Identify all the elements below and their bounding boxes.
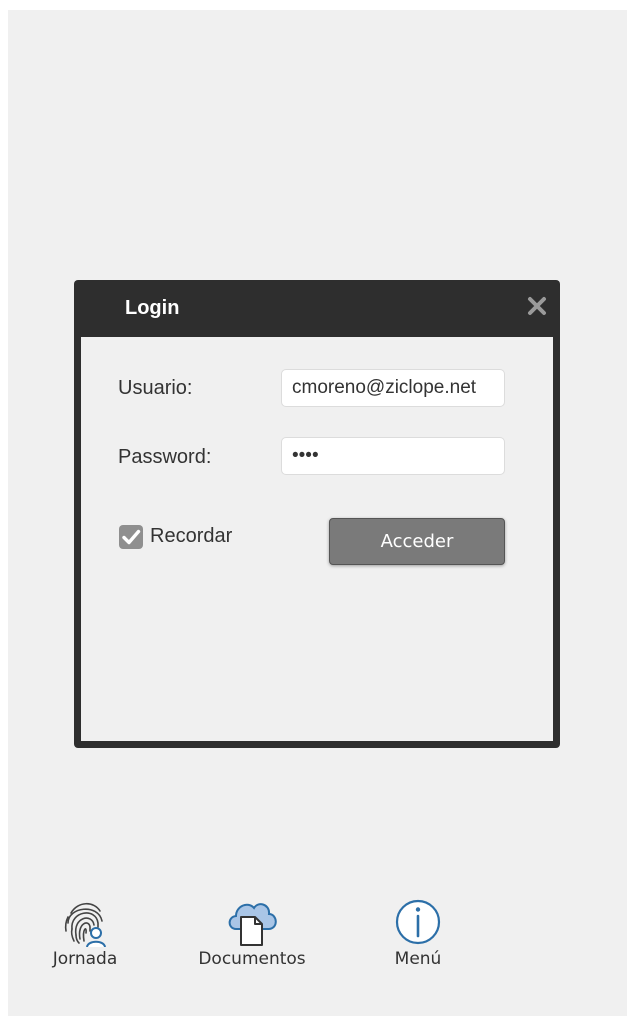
cloud-document-icon	[228, 903, 277, 946]
username-label: Usuario:	[118, 377, 193, 399]
fingerprint-user-icon	[64, 902, 106, 947]
dialog-header: Login	[74, 280, 560, 336]
remember-checkbox[interactable]	[119, 525, 143, 549]
login-dialog: Login Usuario: Password: Recordar Accede…	[74, 280, 560, 748]
nav-item-documentos[interactable]: Documentos	[196, 895, 308, 969]
password-label: Password:	[118, 446, 212, 468]
nav-label-jornada: Jornada	[52, 949, 118, 969]
info-icon	[395, 899, 441, 945]
username-input[interactable]	[281, 369, 505, 407]
checkmark-icon	[122, 529, 141, 545]
password-input[interactable]	[281, 437, 505, 475]
nav-item-menu[interactable]: Menú	[388, 895, 448, 969]
nav-label-documentos: Documentos	[198, 949, 306, 969]
dialog-title: Login	[125, 297, 180, 319]
dialog-body: Usuario: Password: Recordar Acceder	[81, 337, 553, 741]
close-icon[interactable]	[526, 295, 548, 317]
remember-label[interactable]: Recordar	[150, 525, 232, 548]
nav-item-jornada[interactable]: Jornada	[48, 895, 122, 969]
login-button[interactable]: Acceder	[329, 518, 505, 565]
nav-label-menu: Menú	[394, 949, 442, 969]
